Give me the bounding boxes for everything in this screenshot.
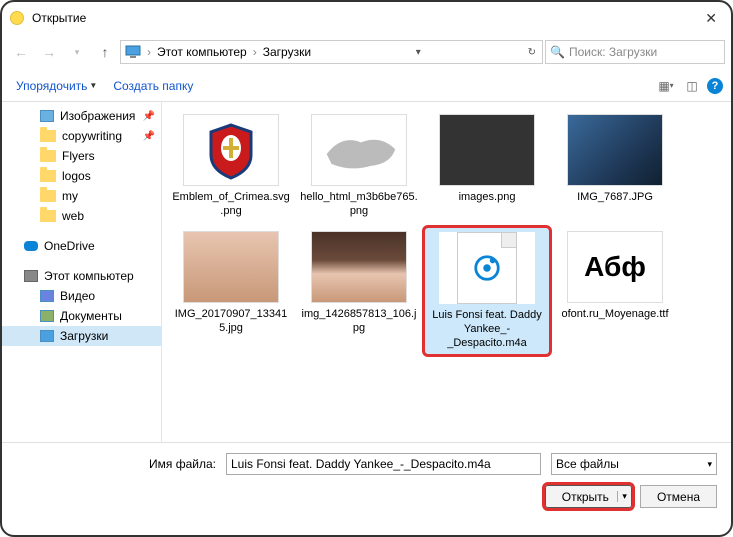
search-placeholder: Поиск: Загрузки [569,45,657,59]
chevron-right-icon: › [145,45,153,59]
tree-item-my[interactable]: my [2,186,161,206]
file-item-selected[interactable]: Luis Fonsi feat. Daddy Yankee_-_Despacit… [424,227,550,356]
file-thumbnail [439,114,535,186]
file-list: Emblem_of_Crimea.svg.png hello_html_m3b6… [162,102,731,442]
forward-button[interactable]: → [36,39,62,65]
recent-dropdown-icon[interactable]: ▾ [64,39,90,65]
address-dropdown-icon[interactable]: ▾ [414,47,423,58]
file-thumbnail [183,114,279,186]
file-item[interactable]: images.png [424,110,550,223]
documents-icon [40,310,54,322]
onedrive-icon [24,241,38,251]
navigation-tree: Изображения📌 copywriting📌 Flyers logos m… [2,102,162,442]
cancel-button[interactable]: Отмена [640,485,717,508]
refresh-icon[interactable]: ↻ [526,47,538,58]
tree-item-onedrive[interactable]: OneDrive [2,236,161,256]
folder-icon [40,130,56,142]
yandex-icon [10,11,24,25]
tree-item-web[interactable]: web [2,206,161,226]
folder-icon [40,170,56,182]
filename-input[interactable] [226,453,541,475]
file-name: img_1426857813_106.jpg [300,307,418,336]
pin-icon: 📌 [143,131,155,142]
file-name: ofont.ru_Moyenage.ttf [561,307,668,321]
downloads-icon [40,330,54,342]
pictures-icon [40,110,54,122]
video-icon [40,290,54,302]
tree-item-documents[interactable]: Документы [2,306,161,326]
tree-item-video[interactable]: Видео [2,286,161,306]
folder-icon [40,190,56,202]
file-name: Emblem_of_Crimea.svg.png [172,190,290,219]
folder-icon [40,150,56,162]
file-name: IMG_20170907_133415.jpg [172,307,290,336]
window-title: Открытие [32,11,86,25]
up-button[interactable]: ↑ [92,39,118,65]
chevron-down-icon: ▼ [89,81,97,90]
file-thumbnail [311,114,407,186]
tree-item-images[interactable]: Изображения📌 [2,106,161,126]
preview-pane-icon[interactable]: ◫ [681,75,703,97]
breadcrumb-folder[interactable]: Загрузки [263,45,311,59]
chevron-down-icon: ▾ [707,459,712,470]
tree-item-thispc[interactable]: Этот компьютер [2,266,161,286]
folder-icon [40,210,56,222]
view-options-icon[interactable]: ▦▾ [655,75,677,97]
tree-item-downloads[interactable]: Загрузки [2,326,161,346]
breadcrumb-root[interactable]: Этот компьютер [157,45,247,59]
chevron-right-icon: › [251,45,259,59]
pc-icon [24,270,38,282]
file-name: Luis Fonsi feat. Daddy Yankee_-_Despacit… [429,308,545,351]
open-button[interactable]: Открыть [545,485,632,508]
address-bar[interactable]: › Этот компьютер › Загрузки ▾ ↻ [120,40,543,64]
close-icon[interactable]: ✕ [699,10,723,27]
file-thumbnail: Абф [567,231,663,303]
tree-item-logos[interactable]: logos [2,166,161,186]
file-item[interactable]: hello_html_m3b6be765.png [296,110,422,223]
organize-button[interactable]: Упорядочить ▼ [10,75,103,97]
tree-item-copywriting[interactable]: copywriting📌 [2,126,161,146]
file-item[interactable]: img_1426857813_106.jpg [296,227,422,356]
file-item[interactable]: Абф ofont.ru_Moyenage.ttf [552,227,678,356]
search-icon: 🔍 [550,45,565,59]
file-name: hello_html_m3b6be765.png [300,190,418,219]
filename-label: Имя файла: [16,457,216,471]
file-item[interactable]: IMG_7687.JPG [552,110,678,223]
file-item[interactable]: IMG_20170907_133415.jpg [168,227,294,356]
file-thumbnail [311,231,407,303]
file-thumbnail [183,231,279,303]
audio-icon [472,253,502,283]
pin-icon: 📌 [143,111,155,122]
back-button[interactable]: ← [8,39,34,65]
file-name: images.png [459,190,516,204]
file-thumbnail [439,232,535,304]
pc-icon [125,44,141,60]
search-input[interactable]: 🔍 Поиск: Загрузки [545,40,725,64]
file-type-filter[interactable]: Все файлы▾ [551,453,717,475]
file-name: IMG_7687.JPG [577,190,653,204]
help-icon[interactable]: ? [707,78,723,94]
new-folder-button[interactable]: Создать папку [107,75,199,97]
tree-item-flyers[interactable]: Flyers [2,146,161,166]
file-thumbnail [567,114,663,186]
file-item[interactable]: Emblem_of_Crimea.svg.png [168,110,294,223]
